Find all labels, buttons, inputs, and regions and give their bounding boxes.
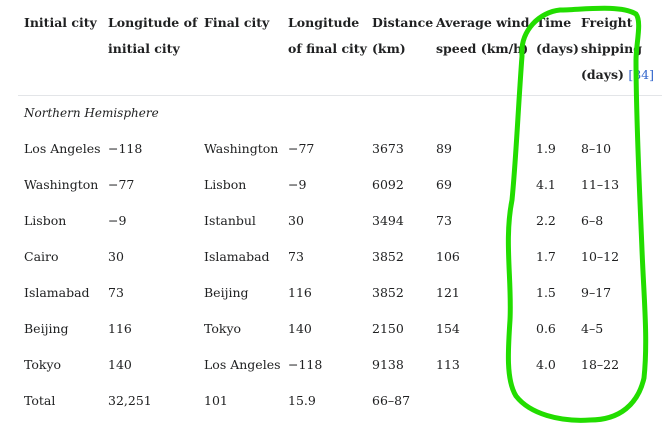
cell-destination-longitude: 116 xyxy=(288,285,312,300)
header-longitude-final: Longitude of final city xyxy=(288,10,367,62)
header-line: speed (km/h) xyxy=(436,41,529,56)
cell-destination-city: Beijing xyxy=(204,285,249,300)
cell-destination-longitude: −77 xyxy=(288,141,315,156)
header-line: initial city xyxy=(108,41,180,56)
cell-destination-city: Los Angeles xyxy=(204,357,281,372)
header-line: (days) [84] xyxy=(581,62,654,88)
header-freight: Freight shipping (days) [84] xyxy=(581,10,654,88)
cell-time: 1.7 xyxy=(536,249,556,264)
cell-time: 2.2 xyxy=(536,213,556,228)
header-time: Time (days) xyxy=(536,10,579,62)
header-line: Initial city xyxy=(24,15,97,30)
total-cell: 32,251 xyxy=(108,393,152,408)
header-line: Distance xyxy=(372,15,434,30)
cell-distance: 3494 xyxy=(372,213,404,228)
cell-origin-longitude: −118 xyxy=(108,141,143,156)
header-wind-speed: Average wind speed (km/h) xyxy=(436,10,529,62)
cell-freight: 18–22 xyxy=(581,357,620,372)
cell-origin-city: Lisbon xyxy=(24,213,67,228)
reference-link[interactable]: [84] xyxy=(628,67,654,82)
cell-origin-longitude: −77 xyxy=(108,177,135,192)
header-divider xyxy=(18,95,662,96)
total-cell: Total xyxy=(24,393,56,408)
header-line: Longitude of xyxy=(108,15,198,30)
highlight-annotation xyxy=(505,5,649,423)
cell-time: 4.1 xyxy=(536,177,556,192)
cell-destination-longitude: 30 xyxy=(288,213,304,228)
cell-destination-longitude: −118 xyxy=(288,357,323,372)
cell-freight: 9–17 xyxy=(581,285,612,300)
header-line: Longitude xyxy=(288,15,360,30)
cell-freight: 8–10 xyxy=(581,141,612,156)
header-initial-city: Initial city xyxy=(24,10,97,36)
cell-distance: 3852 xyxy=(372,285,404,300)
cell-time: 4.0 xyxy=(536,357,556,372)
cell-distance: 9138 xyxy=(372,357,404,372)
cell-distance: 2150 xyxy=(372,321,404,336)
header-final-city: Final city xyxy=(204,10,269,36)
cell-wind-speed: 89 xyxy=(436,141,452,156)
cell-freight: 11–13 xyxy=(581,177,620,192)
header-line: Average wind xyxy=(436,15,530,30)
cell-destination-city: Washington xyxy=(204,141,279,156)
cell-origin-city: Los Angeles xyxy=(24,141,101,156)
cell-distance: 3852 xyxy=(372,249,404,264)
cell-distance: 3673 xyxy=(372,141,404,156)
cell-wind-speed: 73 xyxy=(436,213,452,228)
header-longitude-initial: Longitude of initial city xyxy=(108,10,197,62)
cell-freight: 10–12 xyxy=(581,249,620,264)
cell-time: 0.6 xyxy=(536,321,556,336)
cell-destination-city: Tokyo xyxy=(204,321,242,336)
cell-origin-city: Washington xyxy=(24,177,99,192)
cell-origin-city: Tokyo xyxy=(24,357,62,372)
header-line: (days) xyxy=(536,41,579,56)
cell-origin-city: Islamabad xyxy=(24,285,90,300)
cell-origin-longitude: 73 xyxy=(108,285,124,300)
cell-destination-city: Lisbon xyxy=(204,177,247,192)
cell-origin-longitude: −9 xyxy=(108,213,127,228)
header-line: Time xyxy=(536,15,572,30)
total-cell: 15.9 xyxy=(288,393,316,408)
cell-origin-longitude: 140 xyxy=(108,357,132,372)
cell-origin-city: Cairo xyxy=(24,249,59,264)
header-line: Freight xyxy=(581,15,633,30)
cell-distance: 6092 xyxy=(372,177,404,192)
cell-destination-city: Islamabad xyxy=(204,249,270,264)
cell-wind-speed: 154 xyxy=(436,321,460,336)
section-label: Northern Hemisphere xyxy=(24,106,159,120)
header-line: shipping xyxy=(581,41,642,56)
cell-wind-speed: 69 xyxy=(436,177,452,192)
header-line-text: (days) xyxy=(581,67,624,82)
total-cell: 101 xyxy=(204,393,228,408)
total-cell: 66–87 xyxy=(372,393,411,408)
header-line: of final city xyxy=(288,41,367,56)
cell-time: 1.5 xyxy=(536,285,556,300)
header-distance: Distance (km) xyxy=(372,10,433,62)
cell-time: 1.9 xyxy=(536,141,556,156)
cell-wind-speed: 113 xyxy=(436,357,460,372)
cell-origin-longitude: 116 xyxy=(108,321,132,336)
cell-freight: 4–5 xyxy=(581,321,604,336)
cell-destination-longitude: −9 xyxy=(288,177,307,192)
cell-destination-longitude: 73 xyxy=(288,249,304,264)
cell-destination-longitude: 140 xyxy=(288,321,312,336)
cell-wind-speed: 121 xyxy=(436,285,460,300)
header-line: (km) xyxy=(372,41,406,56)
header-line: Final city xyxy=(204,15,270,30)
cell-origin-longitude: 30 xyxy=(108,249,124,264)
cell-freight: 6–8 xyxy=(581,213,604,228)
cell-wind-speed: 106 xyxy=(436,249,460,264)
cell-destination-city: Istanbul xyxy=(204,213,256,228)
cell-origin-city: Beijing xyxy=(24,321,69,336)
